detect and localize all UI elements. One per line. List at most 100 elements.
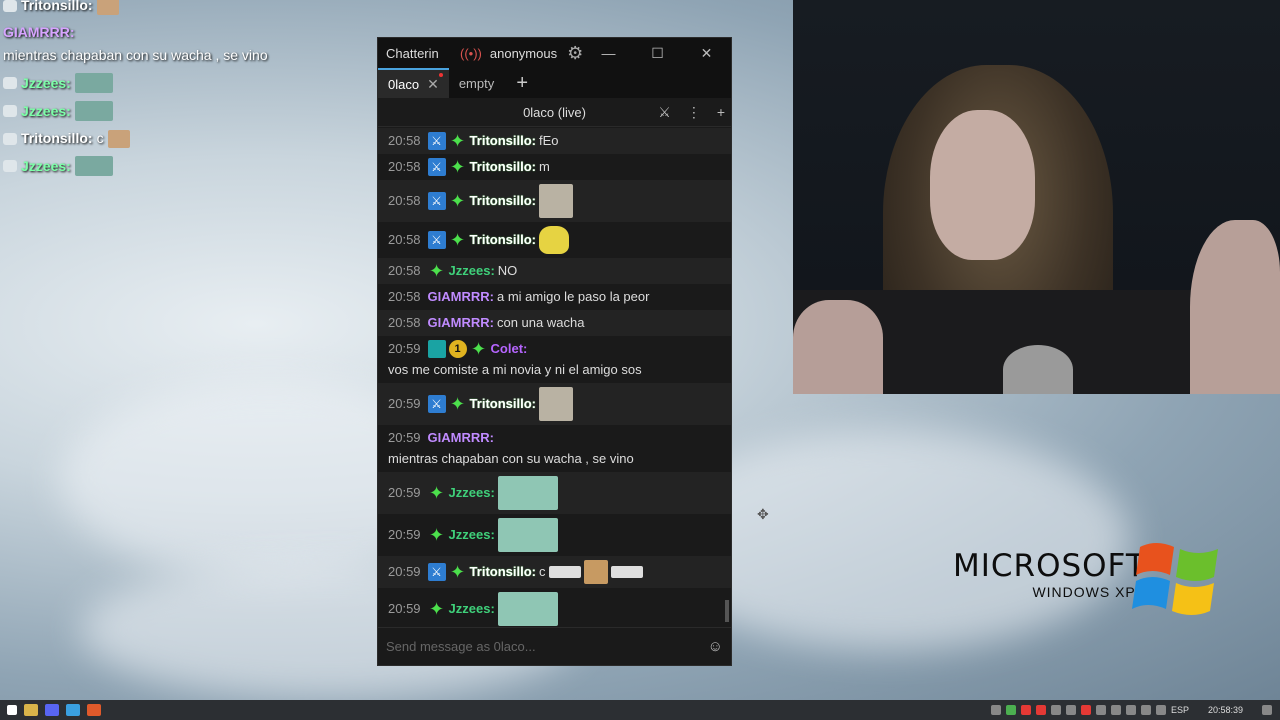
tray-icon[interactable]: [1080, 705, 1091, 715]
username[interactable]: Jzzees:: [449, 484, 495, 502]
more-options-icon[interactable]: ⋮: [687, 104, 701, 121]
tray-icon[interactable]: [1050, 705, 1061, 715]
account-switcher[interactable]: ((•)) anonymous: [460, 46, 557, 61]
language-indicator[interactable]: ESP: [1171, 705, 1189, 715]
tray-icon[interactable]: [1020, 705, 1031, 715]
close-tab-icon[interactable]: ✕: [427, 76, 439, 93]
tab-empty[interactable]: empty: [449, 68, 504, 98]
pig-emote-icon[interactable]: [497, 592, 558, 626]
emote-icon: [96, 0, 119, 15]
dog-emote-icon[interactable]: [583, 560, 608, 584]
add-tab-button[interactable]: +: [508, 68, 536, 98]
logo-product: WINDOWS XP: [1032, 584, 1136, 600]
username[interactable]: Jzzees:: [449, 526, 495, 544]
timestamp: 20:58: [388, 193, 421, 208]
chat-message[interactable]: 20:59 1 ✦ Colet: vos me comiste a mi nov…: [378, 336, 731, 383]
vip-badge-icon: ✦: [450, 131, 466, 151]
maximize-button[interactable]: ☐: [633, 45, 682, 62]
tab-0laco[interactable]: 0laco ✕: [378, 68, 449, 98]
tray-icon[interactable]: [1125, 705, 1136, 715]
scrollbar-thumb[interactable]: [725, 600, 729, 622]
username[interactable]: Tritonsillo:: [470, 158, 536, 176]
browser-icon[interactable]: [87, 704, 101, 716]
overlay-username: GIAMRRR:: [3, 24, 75, 40]
overlay-line: Jzzees:: [0, 69, 300, 97]
pig-emote-icon[interactable]: [497, 476, 558, 510]
channel-title: 0laco (live): [523, 104, 586, 120]
file-explorer-icon[interactable]: [24, 704, 38, 716]
overlay-line: Tritonsillo: c: [0, 125, 300, 152]
add-split-icon[interactable]: +: [717, 104, 725, 121]
username[interactable]: GIAMRRR:: [428, 314, 494, 332]
chat-message[interactable]: 20:58 ⚔ ✦ Tritonsillo:: [378, 180, 731, 222]
tray-icon[interactable]: [1065, 705, 1076, 715]
overlay-line: Jzzees:: [0, 97, 300, 125]
vip-badge-icon: ✦: [471, 339, 487, 359]
chat-message[interactable]: 20:58 ⚔ ✦ Tritonsillo:: [378, 222, 731, 258]
webcam-face: [930, 110, 1035, 260]
vip-badge-icon: ✦: [450, 394, 466, 414]
system-tray: ESP 20:58:39: [990, 705, 1280, 715]
volume-icon[interactable]: [1155, 705, 1166, 715]
tab-bar: 0laco ✕ empty +: [378, 68, 731, 98]
tray-icon[interactable]: [1110, 705, 1121, 715]
seal-emote-icon[interactable]: [539, 184, 573, 218]
knife-emote-icon[interactable]: [610, 566, 643, 578]
discord-icon[interactable]: [45, 704, 59, 716]
moderator-badge-icon: ⚔: [427, 395, 446, 413]
overlay-username: Jzzees:: [21, 102, 71, 119]
username[interactable]: Tritonsillo:: [470, 231, 536, 249]
username[interactable]: Jzzees:: [449, 600, 495, 618]
username[interactable]: Jzzees:: [449, 262, 495, 280]
webcam-feed: [793, 0, 1280, 394]
message-input[interactable]: Send message as 0laco... ☺: [378, 627, 731, 665]
pig-emote-icon[interactable]: [497, 518, 558, 552]
tray-icon[interactable]: [1005, 705, 1016, 715]
username[interactable]: GIAMRRR:: [428, 288, 494, 306]
chat-message[interactable]: 20:59 GIAMRRR: mientras chapaban con su …: [378, 425, 731, 472]
knife-emote-icon[interactable]: [548, 566, 581, 578]
refresh-app-icon[interactable]: [66, 704, 80, 716]
username[interactable]: Colet:: [491, 340, 528, 358]
moderation-sword-icon[interactable]: ⚔: [658, 104, 671, 121]
message-text: mientras chapaban con su wacha , se vino: [388, 451, 634, 466]
message-text: c: [539, 564, 546, 579]
seal-emote-icon[interactable]: [539, 387, 573, 421]
chat-message[interactable]: 20:59 ✦ Jzzees:: [378, 588, 731, 626]
tray-icon[interactable]: [1035, 705, 1046, 715]
start-icon[interactable]: [7, 705, 17, 715]
split-header[interactable]: 0laco (live) ⚔ ⋮ +: [378, 98, 731, 127]
badge-icon: [3, 77, 17, 89]
chat-message[interactable]: 20:59 ✦ Jzzees:: [378, 472, 731, 514]
chat-message[interactable]: 20:58 ⚔ ✦ Tritonsillo: fEo: [378, 128, 731, 154]
logo-brand: MICROSOFT: [953, 548, 1146, 584]
message-list[interactable]: 20:58 ⚔ ✦ Tritonsillo: fEo 20:58 ⚔ ✦ Tri…: [378, 128, 731, 626]
settings-gear-icon[interactable]: ⚙: [567, 43, 583, 64]
chat-message[interactable]: 20:58 GIAMRRR: con una wacha: [378, 310, 731, 336]
vip-badge-icon: ✦: [450, 191, 466, 211]
close-button[interactable]: ✕: [682, 45, 731, 62]
minimize-button[interactable]: —: [584, 45, 633, 62]
chat-message[interactable]: 20:58 ⚔ ✦ Tritonsillo: m: [378, 154, 731, 180]
chat-message[interactable]: 20:58 ✦ Jzzees: NO: [378, 258, 731, 284]
username[interactable]: Tritonsillo:: [470, 395, 536, 413]
emoji-picker-icon[interactable]: ☺: [708, 638, 723, 655]
username[interactable]: GIAMRRR:: [428, 429, 494, 447]
chat-message[interactable]: 20:58 GIAMRRR: a mi amigo le paso la peo…: [378, 284, 731, 310]
tray-icon[interactable]: [990, 705, 1001, 715]
clock[interactable]: 20:58:39: [1208, 705, 1243, 715]
notifications-icon[interactable]: [1262, 705, 1272, 715]
vip-badge-icon: ✦: [450, 230, 466, 250]
tray-icon[interactable]: [1095, 705, 1106, 715]
chat-message[interactable]: 20:59 ⚔ ✦ Tritonsillo: c: [378, 556, 731, 588]
username[interactable]: Tritonsillo:: [470, 192, 536, 210]
emote-icon: [107, 129, 130, 148]
username[interactable]: Tritonsillo:: [470, 563, 536, 581]
duck-emote-icon[interactable]: [539, 226, 569, 254]
emote-icon: [74, 156, 113, 176]
username[interactable]: Tritonsillo:: [470, 132, 536, 150]
chat-message[interactable]: 20:59 ✦ Jzzees:: [378, 514, 731, 556]
taskbar: ESP 20:58:39: [0, 700, 1280, 720]
chat-message[interactable]: 20:59 ⚔ ✦ Tritonsillo:: [378, 383, 731, 425]
wifi-icon[interactable]: [1140, 705, 1151, 715]
